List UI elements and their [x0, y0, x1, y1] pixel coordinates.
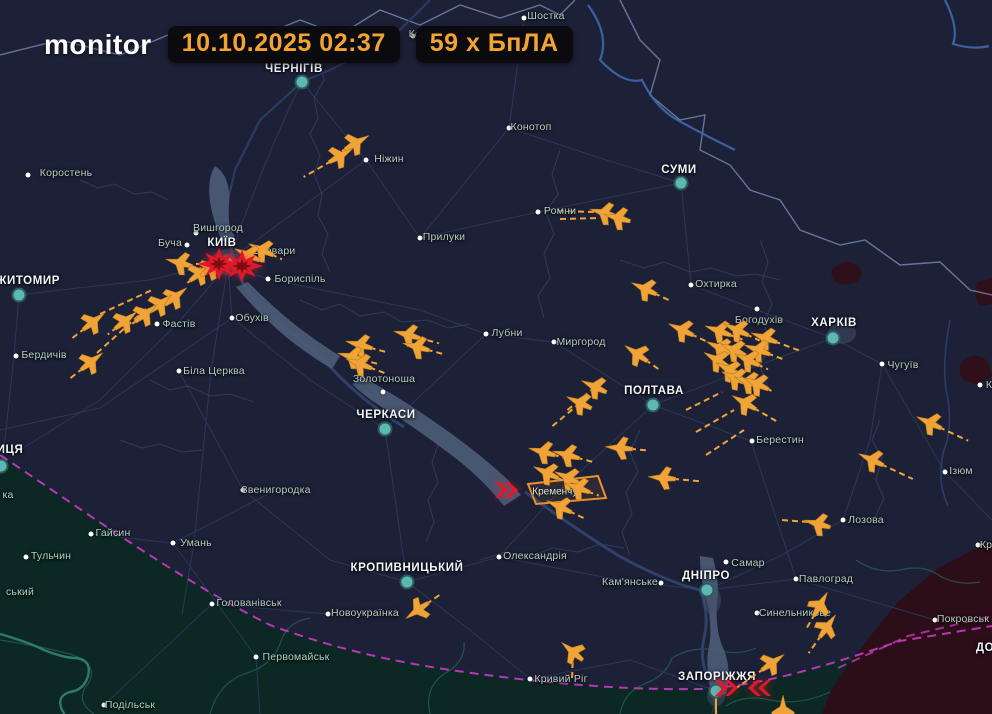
city-town-dot — [89, 532, 94, 537]
monitor-map-app: monitor 10.10.2025 02:37 59 х БпЛА КИЇВЧ… — [0, 0, 992, 714]
city-town-dot — [210, 602, 215, 607]
city-town-dot — [26, 173, 31, 178]
city-town-dot — [418, 236, 423, 241]
city-town-dot — [254, 655, 259, 660]
city-town-dot — [659, 581, 664, 586]
uav-count-badge: 59 х БпЛА — [416, 26, 573, 63]
app-logo: monitor — [44, 29, 152, 61]
city-town-dot — [724, 560, 729, 565]
city-town-dot — [507, 126, 512, 131]
city-town-dot — [933, 618, 938, 623]
header: monitor 10.10.2025 02:37 59 х БпЛА — [44, 26, 573, 63]
city-town-dot — [171, 541, 176, 546]
timestamp-badge: 10.10.2025 02:37 — [168, 26, 400, 63]
city-town-dot — [241, 488, 246, 493]
city-town-dot — [24, 555, 29, 560]
city-town-dot — [14, 354, 19, 359]
city-town-dot — [976, 543, 981, 548]
city-town-dot — [102, 703, 107, 708]
city-town-dot — [522, 16, 527, 21]
city-town-dot — [326, 612, 331, 617]
